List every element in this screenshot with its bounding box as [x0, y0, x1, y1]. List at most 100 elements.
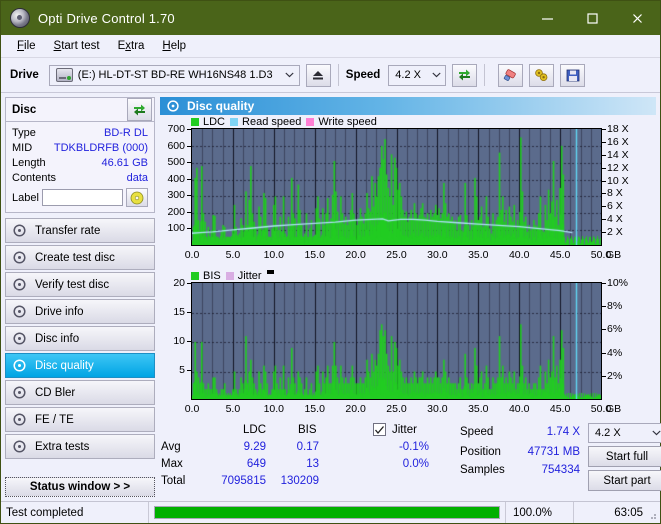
- disc-box-header: Disc: [6, 98, 154, 122]
- disc-rows: Type BD-R DL MID TDKBLDRFB (000) Length …: [6, 122, 154, 212]
- x-axis-tick: 10.0: [263, 249, 285, 261]
- app-window: Opti Drive Control 1.70 File Start test …: [0, 0, 661, 524]
- y2-axis-tick: 16 X: [607, 135, 629, 148]
- samples-stat-value: 754334: [541, 464, 580, 476]
- stats-col-header-bis: BIS: [298, 424, 317, 436]
- y2-axis-tick: 4%: [607, 346, 623, 359]
- x-axis-tick: 35.0: [468, 403, 489, 415]
- legend-marker: [266, 270, 274, 274]
- y-tick-mark: [187, 341, 191, 342]
- chevron-down-icon: [281, 72, 299, 78]
- y-axis-tick: 100: [167, 222, 185, 235]
- save-button[interactable]: [560, 63, 586, 87]
- tools-button[interactable]: [529, 63, 555, 87]
- bis-chart-legend: BIS Jitter: [160, 269, 656, 282]
- progress-percent: 100.0%: [506, 502, 574, 523]
- drive-icon: [55, 68, 73, 82]
- disc-info-box: Disc Type BD-R DL MID TDKBLDRFB (000) Le…: [5, 97, 155, 213]
- y2-tick-mark: [602, 129, 606, 130]
- x-axis-unit: GB: [606, 249, 622, 261]
- sidebar-item-drive-info[interactable]: Drive info: [5, 299, 155, 324]
- y2-tick-mark: [602, 193, 606, 195]
- menu-file[interactable]: File: [8, 37, 45, 55]
- menu-start-test[interactable]: Start test: [45, 37, 109, 55]
- x-axis-tick: 5.0: [225, 403, 241, 415]
- menu-extra[interactable]: Extra: [109, 37, 154, 55]
- disc-icon: [13, 305, 26, 318]
- disc-label-button[interactable]: [126, 188, 148, 207]
- bis-chart[interactable]: 5 10 15 20 2% 4% 6% 8% 10% 0.0 5.0 10.0 15.0 20.0 25.0…: [160, 277, 656, 420]
- progress-bar: [149, 502, 506, 523]
- y2-axis-tick: 4 X: [607, 213, 623, 226]
- stats-right-box: Speed 1.74 X Position 47731 MB Samples 7…: [460, 423, 661, 492]
- window-controls: [525, 1, 660, 35]
- x-axis-tick: 0.0: [184, 249, 200, 261]
- stats-max-bis: 13: [306, 458, 319, 470]
- position-stat-label: Position: [460, 446, 501, 458]
- y-axis-tick: 700: [167, 123, 185, 135]
- ldc-chart[interactable]: 100 200 300 400 500 600 700 2 X4 X6 X8 X 10 X 12 …: [160, 123, 656, 266]
- y-tick-mark: [187, 195, 191, 197]
- y-tick-mark: [187, 370, 191, 371]
- x-axis-unit: GB: [606, 403, 622, 415]
- y2-tick-mark: [602, 352, 606, 354]
- maximize-icon[interactable]: [570, 1, 615, 35]
- sidebar-item-verify-test-disc[interactable]: Verify test disc: [5, 272, 155, 297]
- erase-button[interactable]: [498, 63, 524, 87]
- sidebar-item-cd-bler[interactable]: CD Bler: [5, 380, 155, 405]
- sidebar-item-create-test-disc[interactable]: Create test disc: [5, 245, 155, 270]
- x-axis-tick: 0.0: [184, 403, 200, 415]
- status-window-button[interactable]: Status window > >: [5, 477, 155, 497]
- disc-icon: [13, 440, 26, 453]
- sidebar-item-extra-tests[interactable]: Extra tests: [5, 434, 155, 459]
- speed-label: Speed: [345, 69, 381, 81]
- start-part-button[interactable]: Start part: [588, 470, 661, 491]
- sidebar-item-fe-te[interactable]: FE / TE: [5, 407, 155, 432]
- y-axis-tick: 20: [173, 277, 185, 289]
- y2-axis-tick: 8%: [607, 300, 623, 313]
- disc-row-type: Type BD-R DL: [12, 125, 148, 140]
- close-icon[interactable]: [615, 1, 660, 35]
- stats-max-jitter: 0.0%: [402, 458, 429, 470]
- y-tick-mark: [187, 129, 191, 130]
- disc-label-input[interactable]: [41, 189, 123, 206]
- y-tick-mark: [187, 228, 191, 230]
- eject-button[interactable]: [305, 63, 331, 87]
- y2-axis-tick: 2%: [607, 369, 623, 382]
- minimize-icon[interactable]: [525, 1, 570, 35]
- stats-max-ldc: 649: [246, 458, 266, 470]
- menu-help[interactable]: Help: [153, 37, 195, 55]
- x-axis-tick: 15.0: [304, 249, 325, 261]
- drive-select[interactable]: (E:) HL-DT-ST BD-RE WH16NS48 1.D3: [48, 64, 300, 86]
- legend-label: Jitter: [237, 269, 262, 282]
- legend-item-write-speed: Write speed: [306, 116, 377, 128]
- y-axis-tick: 15: [173, 306, 185, 318]
- speed-stat-value: 1.74 X: [546, 426, 580, 438]
- sidebar-item-disc-info[interactable]: Disc info: [5, 326, 155, 351]
- x-axis-tick: 5.0: [225, 249, 241, 261]
- x-axis-tick: 45.0: [549, 249, 571, 261]
- sidebar-item-disc-quality[interactable]: Disc quality: [5, 353, 155, 378]
- start-full-button[interactable]: Start full: [588, 446, 661, 467]
- y-tick-mark: [187, 283, 191, 284]
- speed-select[interactable]: 4.2 X: [388, 64, 447, 86]
- y2-tick-mark: [602, 329, 606, 331]
- stats-avg-bis: 0.17: [296, 441, 319, 453]
- legend-label: Read speed: [242, 115, 302, 128]
- y2-tick-mark: [602, 180, 606, 182]
- app-icon: [10, 8, 30, 28]
- y2-axis-tick: 8 X: [607, 187, 623, 200]
- jitter-checkbox[interactable]: [373, 423, 386, 436]
- test-speed-value: 4.2 X: [595, 427, 621, 439]
- test-speed-select[interactable]: 4.2 X: [588, 423, 661, 443]
- disc-label-row: Label: [12, 188, 148, 207]
- disc-icon: [13, 386, 26, 399]
- disc-refresh-button[interactable]: [127, 98, 152, 121]
- disc-icon: [13, 359, 26, 372]
- refresh-button[interactable]: [452, 63, 478, 87]
- sidebar-item-transfer-rate[interactable]: Transfer rate: [5, 218, 155, 243]
- resize-grip[interactable]: [647, 510, 657, 520]
- x-axis-tick: 10.0: [263, 403, 285, 415]
- disc-header-label: Disc: [12, 103, 37, 116]
- sidebar-item-label: FE / TE: [35, 413, 74, 426]
